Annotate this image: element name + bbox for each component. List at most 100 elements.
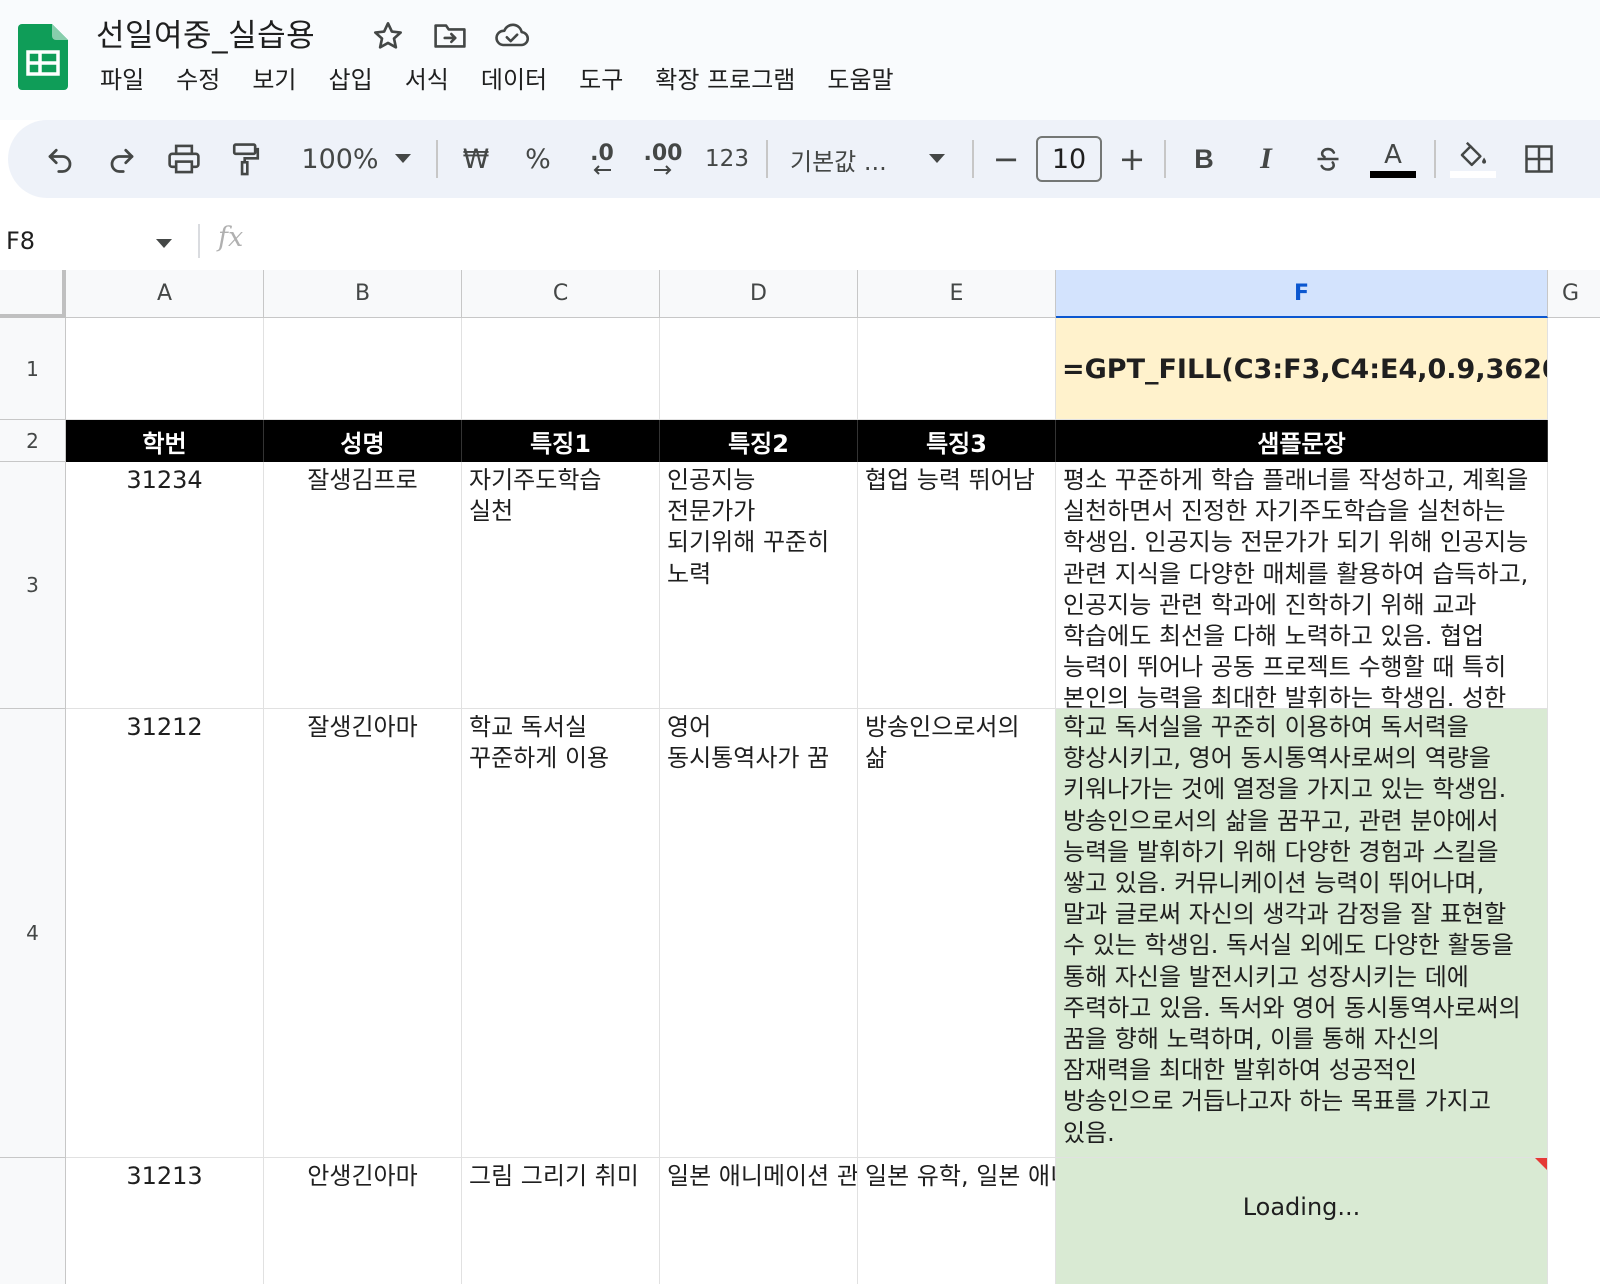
fx-icon: fx — [218, 222, 244, 253]
toolbar-divider — [972, 140, 974, 178]
cloud-saved-icon[interactable] — [494, 18, 530, 54]
cell-e4[interactable]: 방송인으로서의 삶 — [858, 709, 1056, 1158]
cell-a5[interactable]: 31213 — [66, 1158, 264, 1284]
increase-decimal-button[interactable]: .00 — [638, 120, 688, 198]
header-cell-name[interactable]: 성명 — [264, 420, 462, 462]
italic-button[interactable]: I — [1246, 120, 1286, 198]
cell-f3[interactable]: 평소 꾸준하게 학습 플래너를 작성하고, 계획을 실천하면서 진정한 자기주도… — [1056, 462, 1548, 709]
menu-tools[interactable]: 도구 — [563, 60, 639, 100]
cell-e3[interactable]: 협업 능력 뛰어남 — [858, 462, 1056, 709]
arrow-right-icon — [654, 165, 672, 175]
cell-e1[interactable] — [858, 318, 1056, 420]
redo-icon[interactable] — [100, 120, 144, 198]
header-cell-feature1[interactable]: 특징1 — [462, 420, 660, 462]
row-header-4[interactable]: 4 — [0, 709, 66, 1158]
bold-button[interactable]: B — [1184, 120, 1224, 198]
borders-icon[interactable] — [1516, 120, 1562, 198]
header-cell-feature2[interactable]: 특징2 — [660, 420, 858, 462]
row-header-3[interactable]: 3 — [0, 462, 66, 709]
cell-d3[interactable]: 인공지능 전문가가 되기위해 꾸준히 노력 — [660, 462, 858, 709]
font-family-select[interactable]: 기본값 ... — [790, 120, 910, 198]
spreadsheet-grid: A B C D E F G 1 2 3 4 =GPT_FILL(C3:F3,C4… — [0, 270, 1600, 1284]
header-cell-student-id[interactable]: 학번 — [66, 420, 264, 462]
row-header-2[interactable]: 2 — [0, 420, 66, 462]
header-cell-feature3[interactable]: 특징3 — [858, 420, 1056, 462]
menu-extensions[interactable]: 확장 프로그램 — [639, 60, 811, 100]
app-header: 선일여중_실습용 파일 수정 보기 삽입 서식 데이터 도구 확장 프로그램 도… — [0, 0, 1600, 120]
cell-c4[interactable]: 학교 독서실 꾸준하게 이용 — [462, 709, 660, 1158]
row-header-5[interactable] — [0, 1158, 66, 1284]
formula-cell-f1[interactable]: =GPT_FILL(C3:F3,C4:E4,0.9,3620) — [1056, 318, 1548, 420]
cell-a3[interactable]: 31234 — [66, 462, 264, 709]
cell-d5[interactable]: 일본 애니메이션 관 — [660, 1158, 858, 1284]
toolbar: 100% ₩ % .0 .00 123 기본값 ... − 10 + B I A — [8, 120, 1600, 198]
cell-d4[interactable]: 영어 동시통역사가 꿈 — [660, 709, 858, 1158]
column-header-d[interactable]: D — [660, 270, 858, 318]
cell-e5[interactable]: 일본 유학, 일본 애니 — [858, 1158, 1056, 1284]
fill-color-button[interactable] — [1448, 120, 1498, 198]
toolbar-divider — [1164, 140, 1166, 178]
column-header-f[interactable]: F — [1056, 270, 1548, 318]
currency-format-button[interactable]: ₩ — [456, 120, 496, 198]
percent-format-button[interactable]: % — [518, 120, 558, 198]
name-box-dropdown-icon[interactable] — [156, 234, 172, 253]
menu-format[interactable]: 서식 — [389, 60, 465, 100]
sheets-logo-icon[interactable] — [18, 24, 68, 90]
cell-a4[interactable]: 31212 — [66, 709, 264, 1158]
undo-icon[interactable] — [38, 120, 82, 198]
column-header-c[interactable]: C — [462, 270, 660, 318]
menu-file[interactable]: 파일 — [84, 60, 160, 100]
text-color-letter: A — [1384, 139, 1402, 170]
toolbar-divider — [766, 140, 768, 178]
cell-c1[interactable] — [462, 318, 660, 420]
move-to-folder-icon[interactable] — [432, 18, 468, 54]
zoom-select[interactable]: 100% — [290, 120, 390, 198]
menu-bar: 파일 수정 보기 삽입 서식 데이터 도구 확장 프로그램 도움말 — [84, 60, 910, 100]
column-header-a[interactable]: A — [66, 270, 264, 318]
strikethrough-icon[interactable] — [1308, 120, 1348, 198]
decrease-decimal-label: .0 — [590, 141, 614, 166]
star-icon[interactable] — [370, 18, 406, 54]
number-format-button[interactable]: 123 — [702, 120, 752, 198]
row-header-1[interactable]: 1 — [0, 318, 66, 420]
paint-format-icon[interactable] — [224, 120, 268, 198]
cell-b3[interactable]: 잘생김프로 — [264, 462, 462, 709]
print-icon[interactable] — [162, 120, 206, 198]
increase-font-size-button[interactable]: + — [1114, 120, 1150, 198]
cell-c3[interactable]: 자기주도학습 실천 — [462, 462, 660, 709]
cell-f4[interactable]: 학교 독서실을 꾸준히 이용하여 독서력을 향상시키고, 영어 동시통역사로써의… — [1056, 709, 1548, 1158]
increase-decimal-label: .00 — [643, 141, 683, 166]
cell-d1[interactable] — [660, 318, 858, 420]
loading-status: Loading... — [1242, 1193, 1361, 1222]
select-all-corner[interactable] — [0, 270, 66, 318]
formula-bar: F8 fx — [0, 212, 1600, 270]
menu-help[interactable]: 도움말 — [811, 60, 909, 100]
header-cell-sample-sentence[interactable]: 샘플문장 — [1056, 420, 1548, 462]
column-header-b[interactable]: B — [264, 270, 462, 318]
cell-f5[interactable]: Loading... — [1056, 1158, 1548, 1284]
cell-c5[interactable]: 그림 그리기 취미 — [462, 1158, 660, 1284]
cell-b1[interactable] — [264, 318, 462, 420]
toolbar-divider — [436, 140, 438, 178]
font-size-input[interactable]: 10 — [1036, 136, 1102, 182]
formula-bar-divider — [198, 224, 200, 258]
menu-view[interactable]: 보기 — [236, 60, 312, 100]
paint-bucket-icon — [1460, 141, 1487, 166]
arrow-left-icon — [593, 165, 611, 175]
menu-data[interactable]: 데이터 — [465, 60, 563, 100]
text-color-button[interactable]: A — [1368, 120, 1418, 198]
cell-b5[interactable]: 안생긴아마 — [264, 1158, 462, 1284]
font-dropdown-arrow-icon[interactable] — [922, 120, 952, 198]
column-header-g[interactable]: G — [1548, 270, 1600, 318]
decrease-font-size-button[interactable]: − — [988, 120, 1024, 198]
comment-indicator-icon[interactable] — [1535, 1158, 1547, 1170]
formula-input[interactable] — [262, 212, 1600, 270]
cell-b4[interactable]: 잘생긴아마 — [264, 709, 462, 1158]
column-header-e[interactable]: E — [858, 270, 1056, 318]
zoom-dropdown-arrow-icon[interactable] — [388, 120, 418, 198]
document-title[interactable]: 선일여중_실습용 — [96, 10, 315, 55]
decrease-decimal-button[interactable]: .0 — [580, 120, 624, 198]
menu-edit[interactable]: 수정 — [160, 60, 236, 100]
menu-insert[interactable]: 삽입 — [313, 60, 389, 100]
cell-a1[interactable] — [66, 318, 264, 420]
